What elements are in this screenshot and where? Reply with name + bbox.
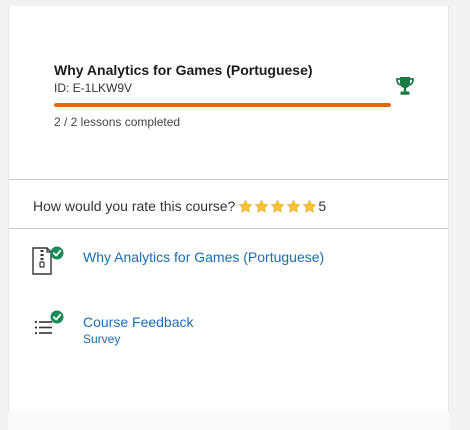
list-item: Course Feedback Survey — [9, 306, 448, 346]
list-item: Why Analytics for Games (Portuguese) — [9, 242, 448, 282]
lessons-completed: 2 / 2 lessons completed — [54, 115, 181, 129]
star-rating[interactable] — [238, 199, 318, 214]
course-id: ID: E-1LKW9V — [54, 81, 133, 95]
star-icon[interactable] — [270, 199, 285, 214]
progress-bar-fill — [54, 103, 391, 107]
divider — [9, 179, 448, 180]
check-circle-icon — [50, 246, 64, 260]
course-header: Why Analytics for Games (Portuguese) ID:… — [9, 6, 448, 179]
item-title-link[interactable]: Course Feedback — [83, 314, 194, 330]
course-title: Why Analytics for Games (Portuguese) — [54, 62, 313, 78]
divider — [9, 228, 448, 229]
survey-list-icon — [34, 310, 64, 335]
rating-value: 5 — [318, 198, 327, 214]
star-icon[interactable] — [302, 199, 317, 214]
zip-file-icon — [32, 246, 64, 275]
rating-prompt: How would you rate this course? — [33, 198, 236, 214]
star-icon[interactable] — [286, 199, 301, 214]
progress-bar — [54, 103, 391, 107]
star-icon[interactable] — [254, 199, 269, 214]
course-card: Why Analytics for Games (Portuguese) ID:… — [8, 6, 449, 430]
rating-row: How would you rate this course? 5 — [33, 196, 326, 216]
star-icon[interactable] — [238, 199, 253, 214]
item-title-link[interactable]: Why Analytics for Games (Portuguese) — [83, 249, 324, 265]
bottom-bar — [8, 412, 449, 430]
check-circle-icon — [50, 310, 64, 324]
item-subtitle: Survey — [83, 332, 121, 346]
trophy-icon — [396, 77, 414, 95]
